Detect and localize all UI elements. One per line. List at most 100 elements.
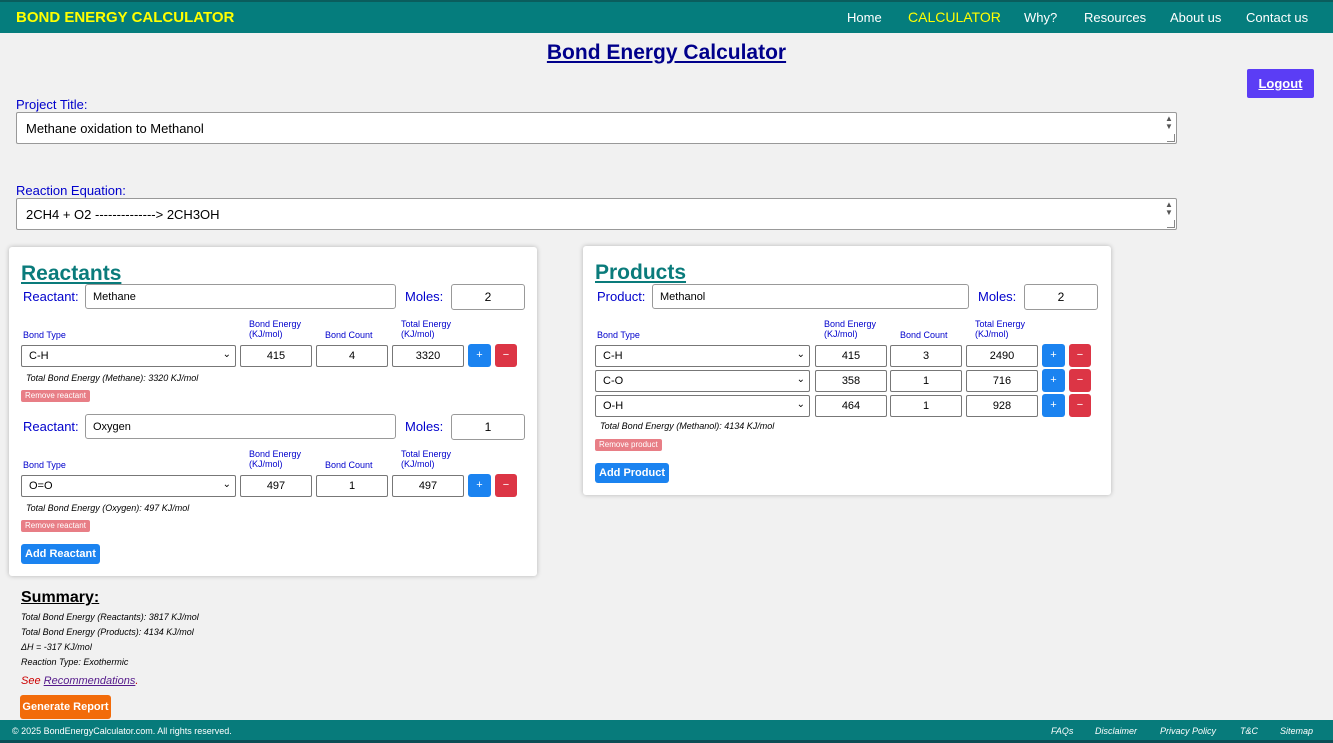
resize-grip-icon[interactable]	[1167, 134, 1175, 142]
bond-energy-header: Bond Energy (KJ/mol)	[824, 319, 877, 339]
bond-type-select[interactable]: C-H ⌄	[595, 345, 810, 367]
bond-type-select[interactable]: C-H ⌄	[21, 345, 236, 367]
remove-product-button[interactable]: Remove product	[595, 439, 662, 451]
bond-count-input[interactable]: 1	[890, 370, 962, 392]
project-title-input[interactable]: Methane oxidation to Methanol ▲ ▼	[16, 112, 1177, 144]
brand-logo-text[interactable]: BOND ENERGY CALCULATOR	[16, 9, 234, 26]
remove-bond-button[interactable]: −	[1069, 369, 1091, 392]
total-energy-output: 716	[966, 370, 1038, 392]
remove-bond-button[interactable]: −	[1069, 394, 1091, 417]
footer-sitemap-link[interactable]: Sitemap	[1280, 726, 1313, 736]
add-reactant-button[interactable]: Add Reactant	[21, 544, 100, 564]
nav-calculator[interactable]: CALCULATOR	[908, 9, 1001, 25]
total-energy-header: Total Energy (KJ/mol)	[401, 319, 452, 339]
reactant-label: Reactant:	[23, 289, 79, 304]
nav-about[interactable]: About us	[1170, 10, 1221, 25]
footer-tc-link[interactable]: T&C	[1240, 726, 1258, 736]
product-total-note: Total Bond Energy (Methanol): 4134 KJ/mo…	[600, 421, 775, 431]
reactants-card: Reactants Reactant: Methane Moles: 2 Bon…	[9, 247, 537, 576]
top-nav: BOND ENERGY CALCULATOR Home CALCULATOR W…	[0, 0, 1333, 33]
summary-products-total: Total Bond Energy (Products): 4134 KJ/mo…	[21, 627, 194, 637]
add-product-button[interactable]: Add Product	[595, 463, 669, 483]
chevron-down-icon: ⌄	[796, 399, 805, 410]
bond-type-header: Bond Type	[23, 330, 66, 340]
spinner-arrows-icon[interactable]: ▲ ▼	[1164, 201, 1174, 217]
bond-count-input[interactable]: 4	[316, 345, 388, 367]
remove-bond-button[interactable]: −	[1069, 344, 1091, 367]
products-title: Products	[595, 261, 687, 284]
add-bond-button[interactable]: +	[1042, 344, 1065, 367]
total-energy-header: Total Energy (KJ/mol)	[975, 319, 1026, 339]
bond-type-header: Bond Type	[597, 330, 640, 340]
bond-count-header: Bond Count	[325, 460, 373, 470]
reactant-label: Reactant:	[23, 419, 79, 434]
reactant-name-input[interactable]: Methane	[85, 284, 396, 309]
bond-energy-input[interactable]: 415	[240, 345, 312, 367]
nav-home[interactable]: Home	[847, 10, 882, 25]
footer-disclaimer-link[interactable]: Disclaimer	[1095, 726, 1137, 736]
bond-energy-input[interactable]: 497	[240, 475, 312, 497]
total-energy-output: 3320	[392, 345, 464, 367]
chevron-down-icon: ⌄	[796, 374, 805, 385]
total-energy-output: 2490	[966, 345, 1038, 367]
summary-title: Summary:	[21, 589, 100, 606]
product-label: Product:	[597, 289, 646, 304]
add-bond-button[interactable]: +	[468, 344, 491, 367]
spinner-arrows-icon[interactable]: ▲ ▼	[1164, 115, 1174, 131]
moles-label: Moles:	[405, 419, 444, 434]
chevron-down-icon: ⌄	[222, 479, 231, 490]
resize-grip-icon[interactable]	[1167, 220, 1175, 228]
products-card: Products Product: Methanol Moles: 2 Bond…	[583, 246, 1111, 495]
nav-resources[interactable]: Resources	[1084, 10, 1146, 25]
bond-count-header: Bond Count	[900, 330, 948, 340]
bond-count-input[interactable]: 1	[890, 395, 962, 417]
bond-energy-input[interactable]: 415	[815, 345, 887, 367]
add-bond-button[interactable]: +	[1042, 394, 1065, 417]
remove-reactant-button[interactable]: Remove reactant	[21, 520, 90, 532]
bond-energy-input[interactable]: 358	[815, 370, 887, 392]
footer: © 2025 BondEnergyCalculator.com. All rig…	[0, 720, 1333, 743]
project-title-value: Methane oxidation to Methanol	[26, 121, 204, 136]
remove-bond-button[interactable]: −	[495, 344, 517, 367]
reactant-moles-input[interactable]: 1	[451, 414, 525, 440]
total-energy-header: Total Energy (KJ/mol)	[401, 449, 452, 469]
reactant-total-note: Total Bond Energy (Oxygen): 497 KJ/mol	[26, 503, 190, 513]
total-energy-output: 928	[966, 395, 1038, 417]
remove-bond-button[interactable]: −	[495, 474, 517, 497]
nav-contact[interactable]: Contact us	[1246, 10, 1308, 25]
nav-why[interactable]: Why?	[1024, 10, 1057, 25]
bond-energy-input[interactable]: 464	[815, 395, 887, 417]
product-moles-input[interactable]: 2	[1024, 284, 1098, 310]
bond-count-header: Bond Count	[325, 330, 373, 340]
add-bond-button[interactable]: +	[1042, 369, 1065, 392]
recommendations-link[interactable]: Recommendations	[44, 675, 136, 687]
summary-reactants-total: Total Bond Energy (Reactants): 3817 KJ/m…	[21, 612, 199, 622]
bond-type-header: Bond Type	[23, 460, 66, 470]
bond-energy-header: Bond Energy (KJ/mol)	[249, 449, 302, 469]
remove-reactant-button[interactable]: Remove reactant	[21, 390, 90, 402]
bond-type-select[interactable]: C-O ⌄	[595, 370, 810, 392]
reaction-equation-input[interactable]: 2CH4 + O2 --------------> 2CH3OH ▲ ▼	[16, 198, 1177, 230]
bond-type-select[interactable]: O-H ⌄	[595, 395, 810, 417]
bond-energy-header: Bond Energy (KJ/mol)	[249, 319, 302, 339]
project-title-label: Project Title:	[16, 97, 88, 112]
product-name-input[interactable]: Methanol	[652, 284, 969, 309]
add-bond-button[interactable]: +	[468, 474, 491, 497]
reactant-name-input[interactable]: Oxygen	[85, 414, 396, 439]
bond-count-input[interactable]: 3	[890, 345, 962, 367]
logout-button[interactable]: Logout	[1247, 69, 1314, 98]
bond-type-select[interactable]: O=O ⌄	[21, 475, 236, 497]
generate-report-button[interactable]: Generate Report	[20, 695, 111, 719]
bond-count-input[interactable]: 1	[316, 475, 388, 497]
footer-faqs-link[interactable]: FAQs	[1051, 726, 1073, 736]
page-title: Bond Energy Calculator	[546, 41, 787, 64]
reaction-equation-value: 2CH4 + O2 --------------> 2CH3OH	[26, 207, 220, 222]
summary-reaction-type: Reaction Type: Exothermic	[21, 657, 129, 667]
reaction-equation-label: Reaction Equation:	[16, 183, 126, 198]
footer-privacy-link[interactable]: Privacy Policy	[1160, 726, 1216, 736]
reactant-moles-input[interactable]: 2	[451, 284, 525, 310]
reactant-total-note: Total Bond Energy (Methane): 3320 KJ/mol	[26, 373, 199, 383]
copyright-text: © 2025 BondEnergyCalculator.com. All rig…	[12, 726, 232, 736]
chevron-down-icon: ⌄	[222, 349, 231, 360]
summary-delta-h: ΔH = -317 KJ/mol	[21, 642, 92, 652]
